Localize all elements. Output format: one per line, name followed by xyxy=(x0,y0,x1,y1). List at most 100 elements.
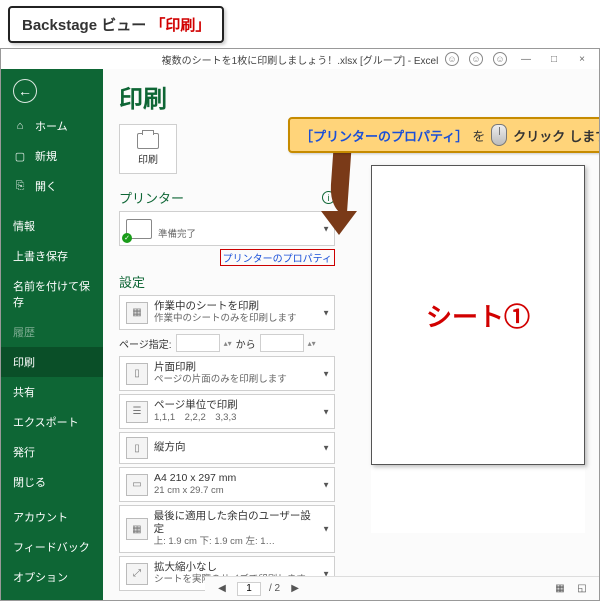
show-margins-button[interactable]: ▦ xyxy=(553,583,567,594)
sidebar-label: 新規 xyxy=(35,148,57,164)
print-preview: シート① xyxy=(371,165,585,533)
instruction-prefix: Backstage ビュー xyxy=(22,17,146,34)
sidebar-item-new[interactable]: ▢ 新規 xyxy=(1,141,103,171)
page-number-input[interactable] xyxy=(237,582,261,596)
titlebar: 複数のシートを1枚に印刷しましょう！.xlsx [グループ] - Excel ☺… xyxy=(1,49,599,69)
sidebar-item-info[interactable]: 情報 xyxy=(1,211,103,241)
dd-title: 最後に適用した余白のユーザー設定 xyxy=(154,510,318,536)
sidebar-label: 印刷 xyxy=(13,354,35,370)
mouse-icon xyxy=(491,124,507,146)
sidebar-item-home[interactable]: ⌂ ホーム xyxy=(1,111,103,141)
chevron-down-icon: ▼ xyxy=(322,407,330,416)
print-button-label: 印刷 xyxy=(138,151,158,166)
dd-desc: 21 cm x 29.7 cm xyxy=(154,485,236,497)
print-what-dropdown[interactable]: ▦ 作業中のシートを印刷作業中のシートのみを印刷します ▼ xyxy=(119,295,335,330)
backstage-sidebar: ← ⌂ ホーム ▢ 新規 ⎘開く 情報 上書き保存 名前を付けて保存 履歴 印刷 共… xyxy=(1,69,103,600)
sidebar-item-account[interactable]: アカウント xyxy=(1,502,103,532)
account-face-icon[interactable]: ☺ xyxy=(493,52,507,66)
sidebar-item-share[interactable]: 共有 xyxy=(1,377,103,407)
sidebar-item-save[interactable]: 上書き保存 xyxy=(1,241,103,271)
page-icon: ▯ xyxy=(126,363,148,385)
printer-icon xyxy=(137,133,159,149)
dd-title: A4 210 x 297 mm xyxy=(154,472,236,485)
scale-icon: ⤢ xyxy=(126,563,148,585)
excel-window: 複数のシートを1枚に印刷しましょう！.xlsx [グループ] - Excel ☺… xyxy=(0,48,600,601)
sidebar-label: 閉じる xyxy=(13,474,46,490)
sidebar-item-history: 履歴 xyxy=(1,317,103,347)
paper-dropdown[interactable]: ▭ A4 210 x 297 mm21 cm x 29.7 cm ▼ xyxy=(119,467,335,502)
sheets-icon: ▦ xyxy=(126,302,148,324)
dd-title: 縦方向 xyxy=(154,441,186,454)
preview-page: シート① xyxy=(371,165,585,465)
stepper-icon[interactable]: ▴▾ xyxy=(308,339,316,348)
orientation-dropdown[interactable]: ▯ 縦方向 ▼ xyxy=(119,432,335,464)
printer-properties-link[interactable]: プリンターのプロパティ xyxy=(119,249,335,266)
sidebar-label: 名前を付けて保存 xyxy=(13,278,91,310)
margins-icon: ▦ xyxy=(126,518,148,540)
chevron-down-icon: ▼ xyxy=(322,308,330,317)
duplex-dropdown[interactable]: ▯ 片面印刷ページの片面のみを印刷します ▼ xyxy=(119,356,335,391)
sidebar-label: 開く xyxy=(35,178,57,194)
dd-title: 片面印刷 xyxy=(154,361,287,374)
instruction-title-box: Backstage ビュー 「印刷」 xyxy=(8,6,224,43)
sidebar-label: アカウント xyxy=(13,509,68,525)
page-total: / 2 xyxy=(269,583,280,594)
instruction-callout: ［プリンターのプロパティ］ を クリック します。 xyxy=(288,117,599,153)
window-title: 複数のシートを1枚に印刷しましょう！.xlsx [グループ] - Excel xyxy=(162,52,439,67)
back-arrow-icon: ← xyxy=(18,83,32,99)
printer-name xyxy=(158,216,196,229)
close-button[interactable]: × xyxy=(573,54,591,65)
sidebar-item-close[interactable]: 閉じる xyxy=(1,467,103,497)
print-panel: 印刷 印刷 ［プリンターのプロパティ］ を クリック します。 プリン xyxy=(103,69,599,600)
page-from-input[interactable] xyxy=(176,334,220,352)
callout-action: クリック xyxy=(513,126,565,145)
collate-dropdown[interactable]: ☰ ページ単位で印刷1,1,1 2,2,2 3,3,3 ▼ xyxy=(119,394,335,429)
sidebar-label: オプション xyxy=(13,569,68,585)
print-button[interactable]: 印刷 xyxy=(119,124,177,174)
sidebar-label: エクスポート xyxy=(13,414,79,430)
next-page-button[interactable]: ▶ xyxy=(288,583,302,594)
back-button[interactable]: ← xyxy=(1,69,103,111)
sidebar-label: ホーム xyxy=(35,118,68,134)
sidebar-item-publish[interactable]: 発行 xyxy=(1,437,103,467)
instruction-highlight: 「印刷」 xyxy=(150,17,210,34)
sidebar-item-open[interactable]: ⎘開く xyxy=(1,171,103,201)
sidebar-item-print[interactable]: 印刷 xyxy=(1,347,103,377)
sidebar-item-feedback[interactable]: フィードバック xyxy=(1,532,103,562)
preview-sheet-label: シート① xyxy=(426,297,530,334)
minimize-button[interactable]: — xyxy=(517,54,535,65)
printer-dropdown[interactable]: ✓ 準備完了 ▼ xyxy=(119,211,335,246)
sidebar-label: 上書き保存 xyxy=(13,248,68,264)
sidebar-label: 共有 xyxy=(13,384,35,400)
maximize-button[interactable]: □ xyxy=(545,54,563,65)
dd-desc: ページの片面のみを印刷します xyxy=(154,374,287,386)
sidebar-label: 履歴 xyxy=(13,324,35,340)
paper-icon: ▭ xyxy=(126,474,148,496)
sidebar-label: 発行 xyxy=(13,444,35,460)
dd-desc: 上: 1.9 cm 下: 1.9 cm 左: 1… xyxy=(154,536,318,548)
page-to-input[interactable] xyxy=(260,334,304,352)
callout-suffix: します。 xyxy=(569,126,599,145)
account-face-icon[interactable]: ☺ xyxy=(445,52,459,66)
margins-dropdown[interactable]: ▦ 最後に適用した余白のユーザー設定上: 1.9 cm 下: 1.9 cm 左:… xyxy=(119,505,335,553)
new-icon: ▢ xyxy=(13,149,27,163)
sidebar-item-saveas[interactable]: 名前を付けて保存 xyxy=(1,271,103,317)
pointer-arrow xyxy=(313,153,353,243)
dd-desc: 1,1,1 2,2,2 3,3,3 xyxy=(154,412,238,424)
zoom-to-page-button[interactable]: ◱ xyxy=(575,583,589,594)
chevron-down-icon: ▼ xyxy=(322,369,330,378)
collate-icon: ☰ xyxy=(126,401,148,423)
sidebar-item-export[interactable]: エクスポート xyxy=(1,407,103,437)
chevron-down-icon: ▼ xyxy=(322,525,330,534)
sidebar-item-options[interactable]: オプション xyxy=(1,562,103,592)
printer-status: 準備完了 xyxy=(158,229,196,241)
home-icon: ⌂ xyxy=(13,119,27,133)
chevron-down-icon: ▼ xyxy=(322,444,330,453)
dd-title: 拡大縮小なし xyxy=(154,561,306,574)
account-face-icon[interactable]: ☺ xyxy=(469,52,483,66)
page-spec-to: から xyxy=(236,336,256,351)
printer-properties-label: プリンターのプロパティ xyxy=(220,249,335,266)
prev-page-button[interactable]: ◀ xyxy=(215,583,229,594)
sidebar-label: 情報 xyxy=(13,218,35,234)
stepper-icon[interactable]: ▴▾ xyxy=(224,339,232,348)
